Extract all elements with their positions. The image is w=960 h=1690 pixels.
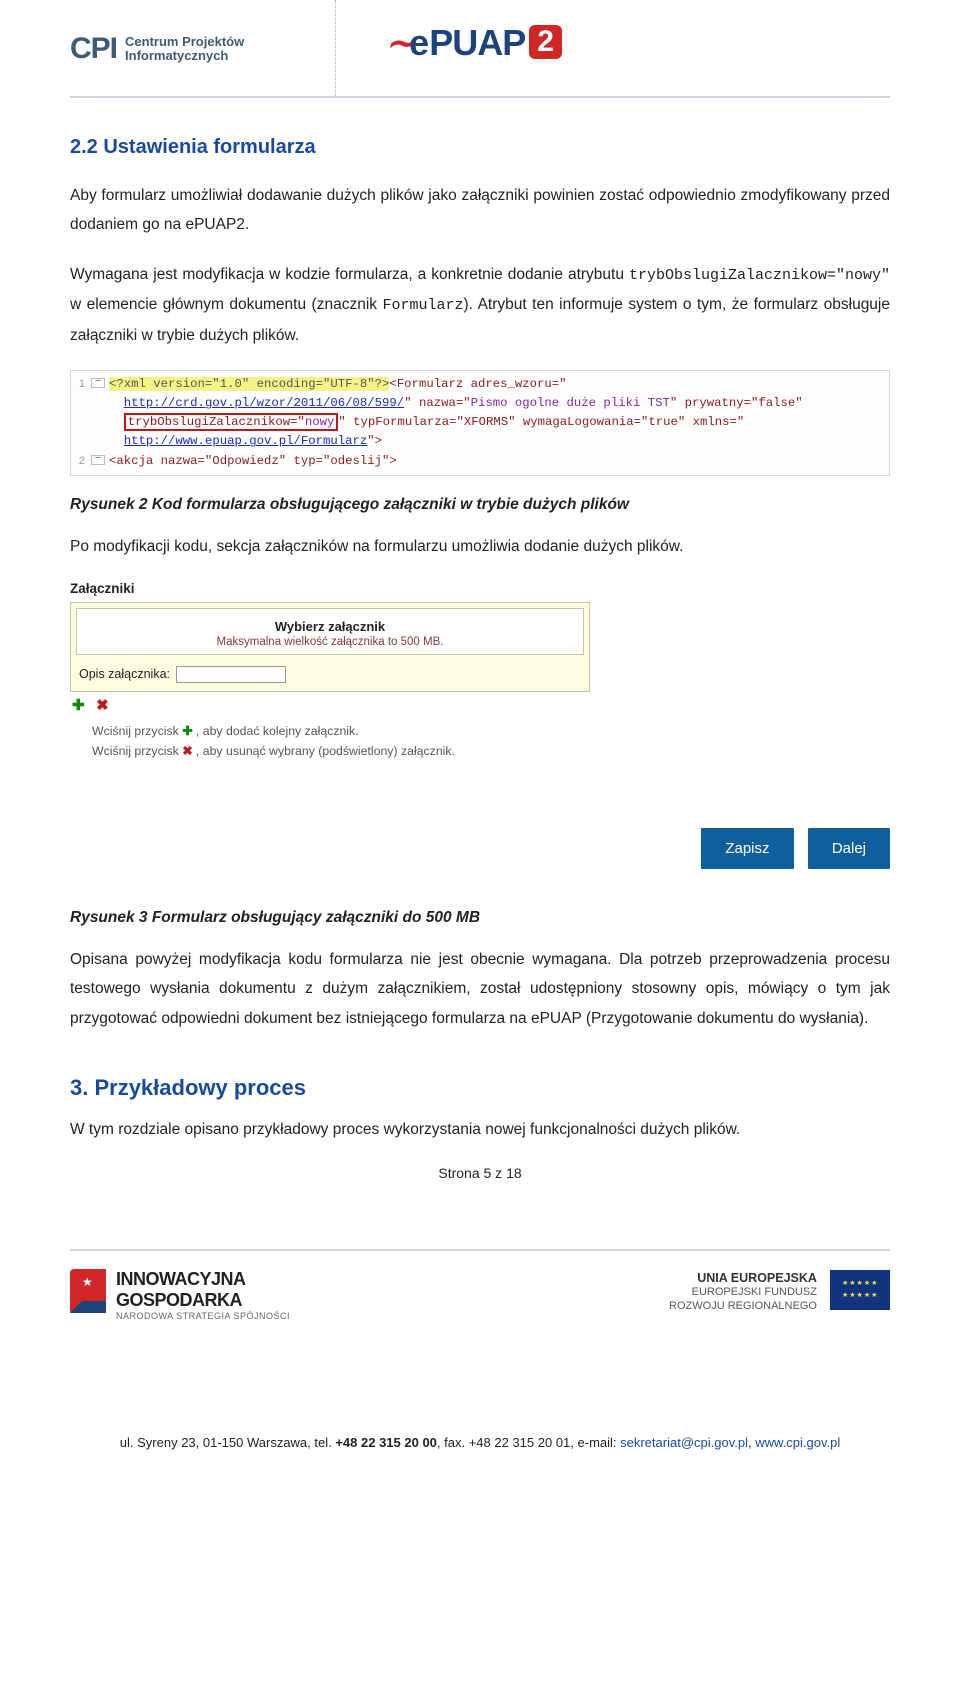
remove-attachment-icon[interactable]: ✖: [96, 697, 109, 714]
para-2a: Wymagana jest modyfikacja w kodzie formu…: [70, 266, 629, 283]
chapter-3-title: 3. Przykładowy proces: [70, 1075, 890, 1101]
attachments-title: Załączniki: [70, 581, 590, 596]
addr-tel: +48 22 315 20 00: [335, 1435, 437, 1450]
add-attachment-icon[interactable]: ✚: [72, 697, 85, 714]
code-url-2: http://www.epuap.gov.pl/Formularz: [124, 434, 368, 448]
url-link[interactable]: www.cpi.gov.pl: [755, 1435, 840, 1450]
para-2: Wymagana jest modyfikacja w kodzie formu…: [70, 260, 890, 350]
ue-line2: EUROPEJSKI FUNDUSZ: [692, 1286, 817, 1298]
cpi-mark: CPI: [70, 32, 117, 66]
para-2b: w elemencie głównym dokumentu (znacznik: [70, 296, 382, 313]
plus-icon: ✚: [182, 724, 192, 738]
code-attr: " nazwa=": [404, 396, 470, 410]
inline-code-formularz: Formularz: [382, 297, 463, 314]
code-close: ">: [367, 434, 382, 448]
code-url-1: http://crd.gov.pl/wzor/2011/06/08/599/: [124, 396, 404, 410]
ue-logo-block: UNIA EUROPEJSKA EUROPEJSKI FUNDUSZ ROZWO…: [669, 1271, 890, 1314]
ig-line1: INNOWACYJNA: [116, 1269, 290, 1290]
code-line-2: <akcja nazwa="Odpowiedz" typ="odeslij">: [109, 454, 397, 468]
opis-label: Opis załącznika:: [79, 667, 170, 681]
eu-flag-icon: [830, 1270, 890, 1310]
epuap-puap: PUAP: [429, 22, 525, 63]
choose-file-label[interactable]: Wybierz załącznik: [83, 619, 577, 634]
ig-line2: GOSPODARKA: [116, 1290, 290, 1311]
xml-decl: <?xml version="1.0" encoding="UTF-8"?>: [109, 377, 389, 391]
figure-2-caption: Rysunek 2 Kod formularza obsługującego z…: [70, 496, 890, 514]
cpi-line1: Centrum Projektów: [125, 34, 244, 49]
footer-address: ul. Syreny 23, 01-150 Warszawa, tel. +48…: [70, 1435, 890, 1450]
code-attr2: " prywatny="false": [670, 396, 803, 410]
epuap-two: 2: [529, 25, 562, 59]
epuap-logo: ∼ePUAP2: [385, 22, 562, 64]
x-icon: ✖: [182, 744, 192, 758]
hint-del: Wciśnij przycisk ✖ , aby usunąć wybrany …: [92, 744, 590, 758]
inline-code-attr: trybObslugiZalacznikow="nowy": [629, 267, 890, 284]
attachments-form: Załączniki Wybierz załącznik Maksymalna …: [70, 581, 590, 758]
ue-line1: UNIA EUROPEJSKA: [697, 1271, 817, 1285]
line-number: 2: [71, 452, 91, 471]
para-4: Opisana powyżej modyfikacja kodu formula…: [70, 945, 890, 1033]
save-button[interactable]: Zapisz: [701, 828, 793, 869]
opis-input[interactable]: [176, 666, 286, 683]
hint-add: Wciśnij przycisk ✚ , aby dodać kolejny z…: [92, 724, 590, 738]
addr-mid: , fax. +48 22 315 20 01, e-mail:: [437, 1435, 620, 1450]
code-attr3: " typFormularza="XFORMS" wymagaLogowania…: [338, 415, 744, 429]
code-screenshot: 1 − <?xml version="1.0" encoding="UTF-8"…: [70, 370, 890, 475]
code-attr-key: trybObslugiZalacznikow=": [128, 415, 305, 429]
fold-icon: −: [91, 378, 105, 388]
fold-icon: −: [91, 455, 105, 465]
star-icon: ★: [82, 1275, 93, 1289]
code-attr-val: nowy: [305, 415, 335, 429]
ue-line3: ROZWOJU REGIONALNEGO: [669, 1300, 817, 1312]
para-3: Po modyfikacji kodu, sekcja załączników …: [70, 532, 890, 561]
code-val-name: Pismo ogolne duże pliki TST: [471, 396, 670, 410]
attachment-picker[interactable]: Wybierz załącznik Maksymalna wielkość za…: [76, 608, 584, 655]
addr-pre: ul. Syreny 23, 01-150 Warszawa, tel.: [120, 1435, 336, 1450]
para-5: W tym rozdziale opisano przykładowy proc…: [70, 1115, 890, 1144]
max-size-hint: Maksymalna wielkość załącznika to 500 MB…: [83, 636, 577, 648]
ig-line3: NARODOWA STRATEGIA SPÓJNOŚCI: [116, 1311, 290, 1321]
page-number: Strona 5 z 18: [70, 1165, 890, 1181]
next-button[interactable]: Dalej: [808, 828, 890, 869]
highlighted-attribute: trybObslugiZalacznikow="nowy: [124, 413, 339, 431]
mail-link[interactable]: sekretariat@cpi.gov.pl: [620, 1435, 748, 1450]
figure-3-caption: Rysunek 3 Formularz obsługujący załączni…: [70, 909, 890, 927]
line-number: 1: [71, 375, 91, 451]
cpi-line2: Informatycznych: [125, 48, 228, 63]
epuap-e: e: [409, 22, 429, 63]
section-title: 2.2 Ustawienia formularza: [70, 136, 890, 159]
para-1: Aby formularz umożliwiał dodawanie dużyc…: [70, 181, 890, 240]
code-tag-open: <Formularz adres_wzoru=": [389, 377, 566, 391]
